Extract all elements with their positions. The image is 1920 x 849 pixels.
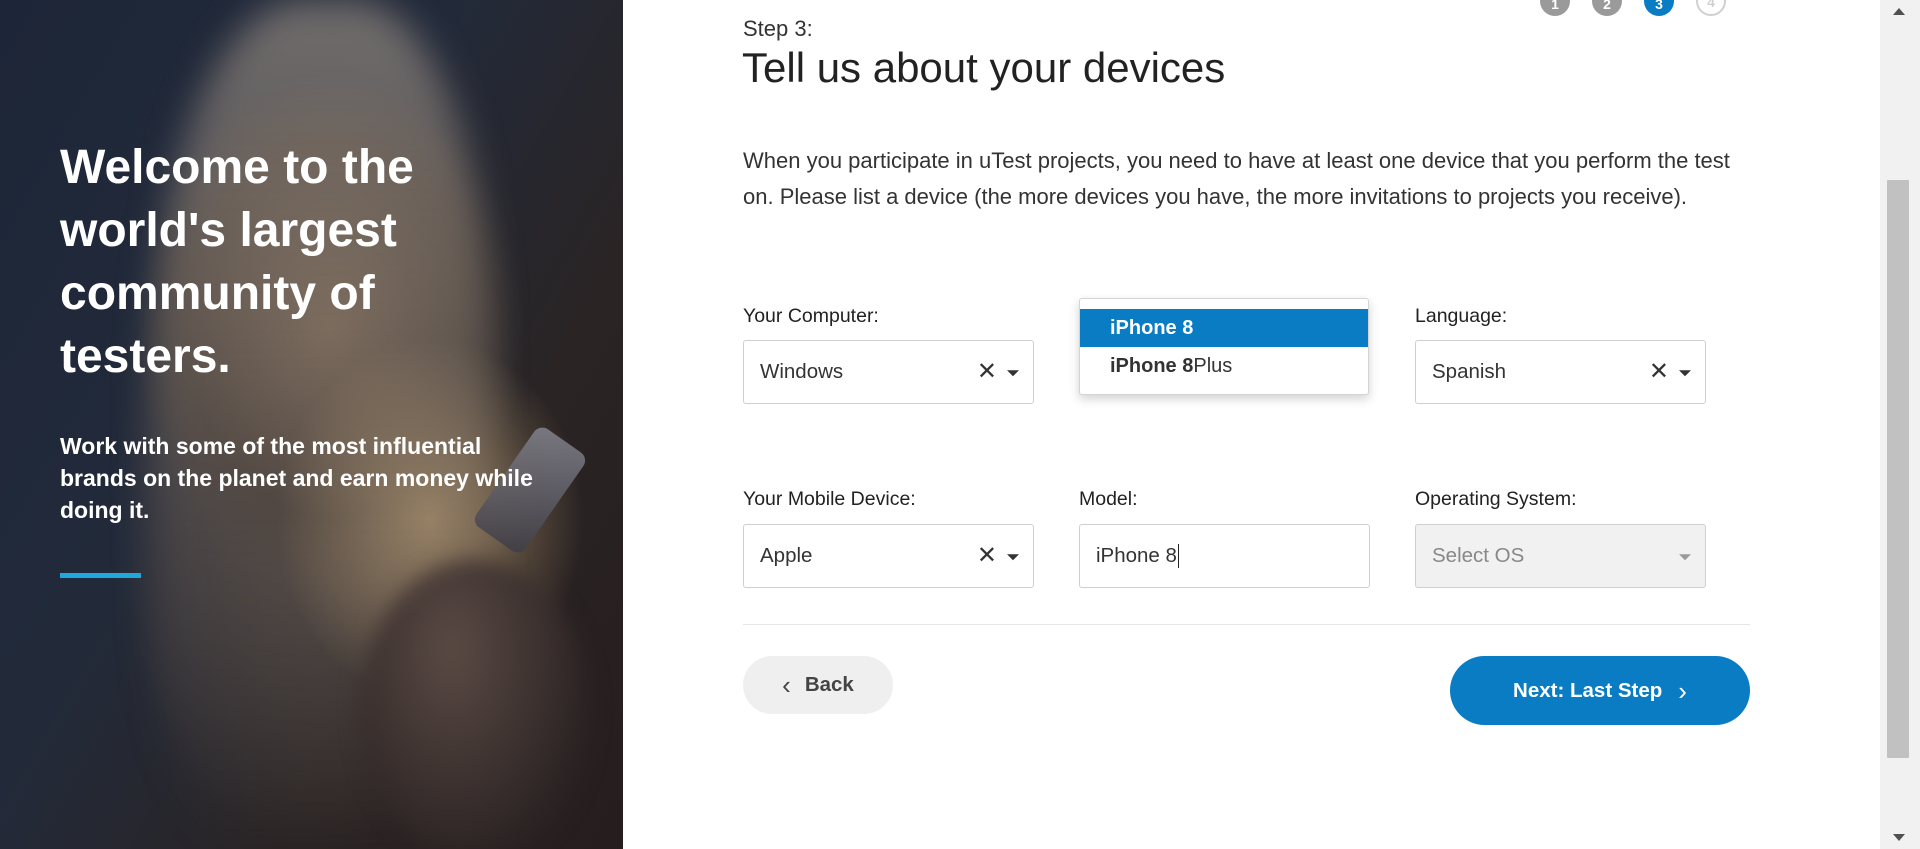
language-label: Language: (1415, 305, 1508, 327)
mobile-device-label: Your Mobile Device: (743, 488, 916, 510)
stepper-line (1568, 0, 1698, 2)
hero-title: Welcome to the world's largest community… (60, 141, 414, 383)
step-2: 2 (1592, 0, 1622, 16)
model-input-value: iPhone 8 (1096, 544, 1177, 567)
suggestion-rest: Plus (1193, 354, 1233, 377)
suggestion-match: iPhone 8 (1110, 354, 1194, 377)
mobile-device-select[interactable]: Apple ✕ (743, 524, 1034, 588)
back-button[interactable]: ‹ Back (743, 656, 893, 714)
model-suggestions-dropdown: iPhone 8 iPhone 8 Plus (1079, 298, 1369, 395)
scroll-up-arrow[interactable] (1893, 8, 1905, 15)
scroll-down-arrow[interactable] (1893, 834, 1905, 841)
step-3: 3 (1644, 0, 1674, 16)
form-divider (743, 624, 1750, 625)
suggestion-item[interactable]: iPhone 8 Plus (1080, 347, 1368, 385)
caret-down-icon[interactable] (1679, 370, 1691, 377)
computer-select-value: Windows (760, 360, 844, 383)
close-icon[interactable]: ✕ (977, 360, 997, 384)
vertical-scrollbar[interactable] (1880, 0, 1920, 849)
next-button[interactable]: Next: Last Step › (1450, 656, 1750, 725)
language-select-value: Spanish (1432, 360, 1507, 383)
hero-panel: Welcome to the world's largest community… (0, 0, 623, 849)
hero-subtitle: Work with some of the most influential b… (60, 433, 533, 523)
step-label: Step 3: (743, 16, 813, 41)
next-button-label: Next: Last Step (1513, 678, 1663, 702)
suggestion-match: iPhone 8 (1110, 316, 1194, 339)
back-button-label: Back (804, 673, 854, 696)
computer-select[interactable]: Windows ✕ (743, 340, 1034, 404)
close-icon[interactable]: ✕ (1649, 360, 1669, 384)
hero-photo-arm (360, 560, 590, 849)
chevron-right-icon: › (1678, 675, 1687, 706)
model-label: Model: (1079, 488, 1138, 510)
computer-label: Your Computer: (743, 305, 879, 327)
suggestion-item[interactable]: iPhone 8 (1080, 309, 1368, 347)
page-title: Tell us about your devices (742, 44, 1226, 91)
mobile-device-select-value: Apple (760, 544, 813, 567)
text-cursor (1177, 544, 1179, 568)
caret-down-icon[interactable] (1679, 554, 1691, 561)
close-icon[interactable]: ✕ (977, 544, 997, 568)
os-select-placeholder: Select OS (1432, 544, 1525, 567)
caret-down-icon[interactable] (1007, 370, 1019, 377)
hero-accent-bar (60, 573, 141, 578)
scroll-thumb[interactable] (1887, 180, 1909, 758)
step-4: 4 (1696, 0, 1726, 16)
os-select[interactable]: Select OS (1415, 524, 1706, 588)
chevron-left-icon: ‹ (782, 670, 791, 700)
os-label: Operating System: (1415, 488, 1577, 510)
language-select[interactable]: Spanish ✕ (1415, 340, 1706, 404)
caret-down-icon[interactable] (1007, 554, 1019, 561)
progress-stepper: 1 2 3 4 (1540, 0, 1726, 16)
model-input[interactable]: iPhone 8 (1079, 524, 1370, 588)
step-1: 1 (1540, 0, 1570, 16)
intro-text: When you participate in uTest projects, … (743, 148, 1730, 209)
